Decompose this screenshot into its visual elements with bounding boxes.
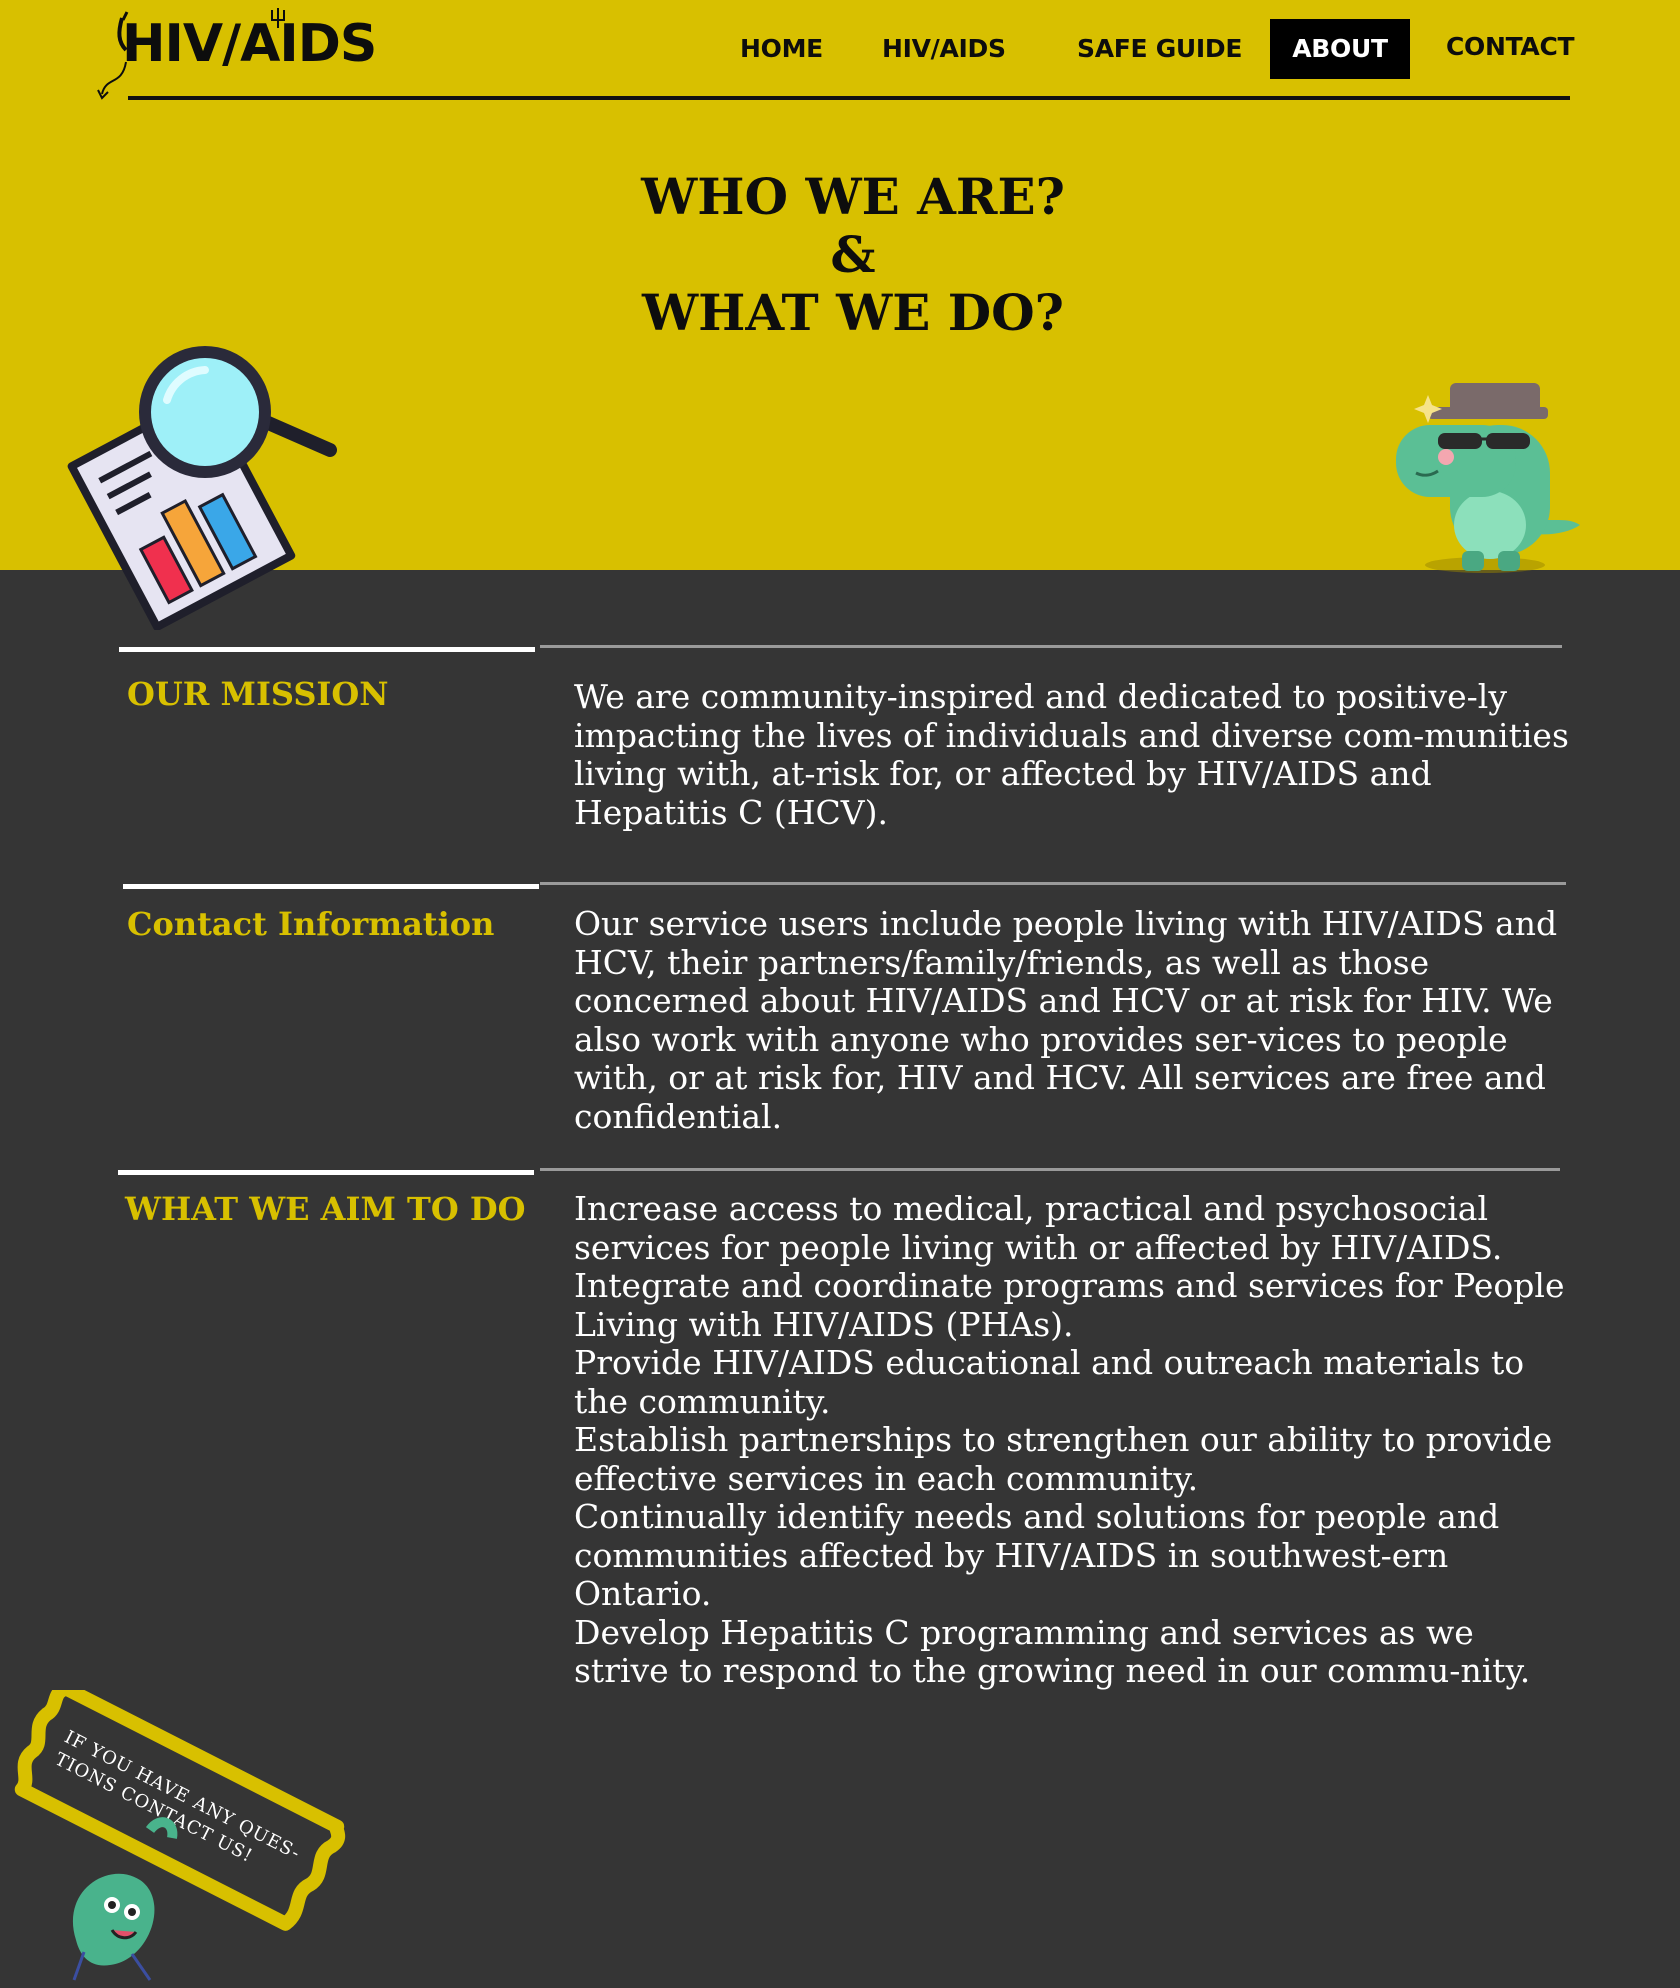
contact-sticker-illustration: IF YOU HAVE ANY QUES- TIONS CONTACT US!: [14, 1681, 346, 1981]
nav-contact[interactable]: CONTACT: [1446, 17, 1576, 77]
nav-hiv-aids[interactable]: HIV/AIDS: [882, 19, 1012, 79]
nav-safe-guide[interactable]: SAFE GUIDE: [1077, 19, 1242, 79]
title-line-2: &: [830, 225, 876, 284]
section-divider: [540, 882, 1566, 885]
section-text-aims: Increase access to medical, practical an…: [574, 1189, 1574, 1691]
aim-item: Develop Hepatitis C programming and serv…: [574, 1612, 1531, 1690]
aim-item: Integrate and coordinate programs and se…: [574, 1266, 1565, 1344]
title-line-1: WHO WE ARE?: [641, 167, 1065, 226]
nav-about[interactable]: ABOUT: [1270, 19, 1410, 79]
section-divider: [540, 1168, 1560, 1171]
section-text-contact-information: Our service users include people living …: [574, 904, 1574, 1136]
section-divider-accent: [123, 884, 539, 889]
aim-item: Provide HIV/AIDS educational and outreac…: [574, 1343, 1525, 1421]
paragraph: Our service users include people living …: [574, 904, 1558, 1136]
section-label-contact-information: Contact Information: [127, 905, 495, 943]
aim-item: Increase access to medical, practical an…: [574, 1189, 1503, 1267]
contact-us-sticker[interactable]: IF YOU HAVE ANY QUES- TIONS CONTACT US!: [0, 1681, 360, 1983]
section-text-mission: We are community-inspired and dedicated …: [574, 677, 1574, 832]
nav-home[interactable]: HOME: [740, 19, 856, 79]
aim-item: Establish partnerships to strengthen our…: [574, 1420, 1553, 1498]
section-label-mission: OUR MISSION: [127, 675, 389, 713]
nav-divider: [128, 96, 1570, 100]
page-title: WHO WE ARE? & WHAT WE DO?: [540, 168, 1166, 342]
dino-mascot-illustration: [1396, 383, 1580, 573]
section-divider-accent: [118, 1170, 534, 1175]
title-line-3: WHAT WE DO?: [642, 283, 1064, 342]
paragraph: We are community-inspired and dedicated …: [574, 677, 1569, 832]
section-divider-accent: [119, 647, 535, 652]
section-label-aims: WHAT WE AIM TO DO: [125, 1190, 526, 1228]
main-nav: HOME HIV/AIDS SAFE GUIDE ABOUT CONTACT: [0, 19, 1680, 79]
aim-item: Continually identify needs and solutions…: [574, 1497, 1500, 1613]
section-divider: [540, 645, 1562, 648]
magnifier-report-illustration: [67, 346, 337, 630]
